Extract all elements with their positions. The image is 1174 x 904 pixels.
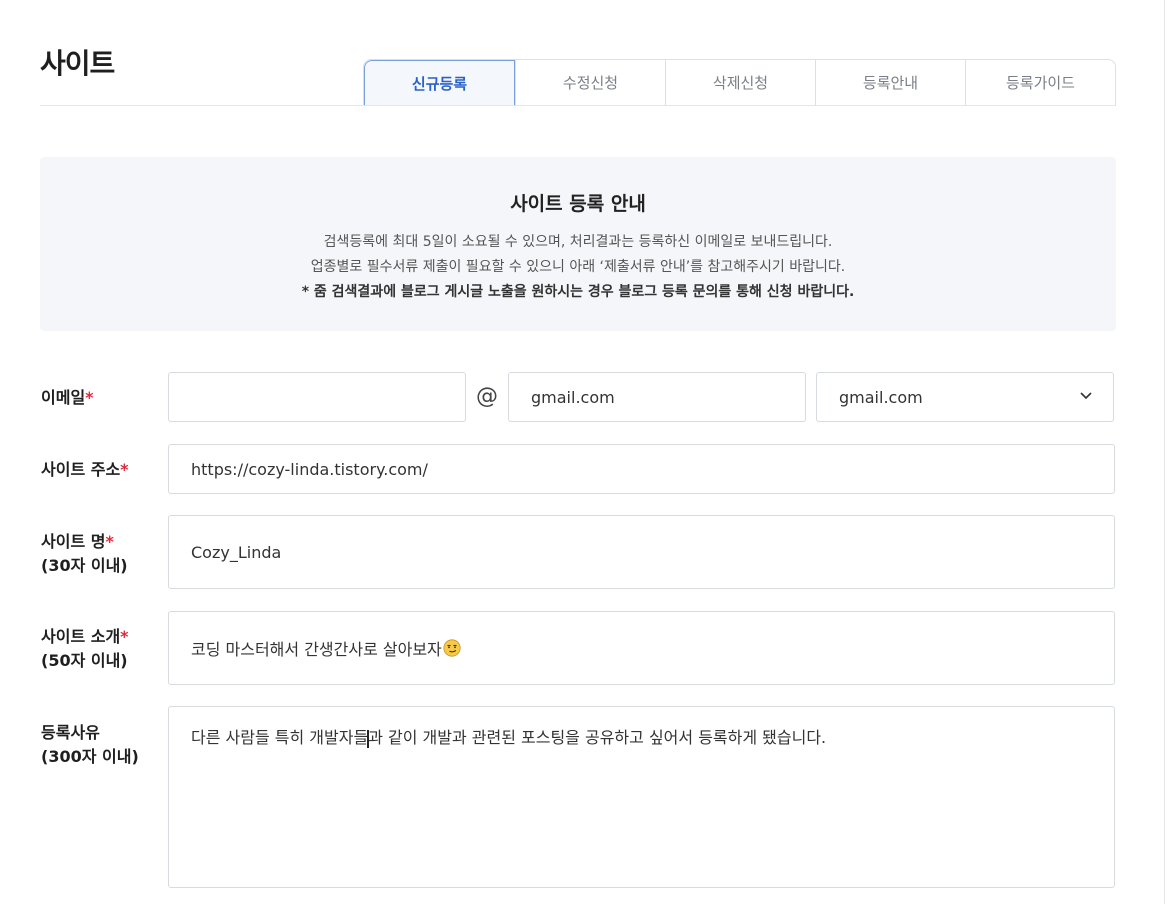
tab-new-registration[interactable]: 신규등록: [364, 60, 515, 105]
reason-text: 다른 사람들 특히 개발자들과 같이 개발과 관련된 포스팅을 공유하고 싶어서…: [191, 724, 826, 748]
site-name-label: 사이트 명* (30자 이내): [41, 530, 128, 578]
registration-notice: 사이트 등록 안내 검색등록에 최대 5일이 소요될 수 있으며, 처리결과는 …: [40, 157, 1116, 331]
page-title: 사이트: [40, 47, 115, 80]
notice-title: 사이트 등록 안내: [510, 193, 646, 215]
email-local-input[interactable]: [168, 372, 466, 422]
notice-line-blog: * 줌 검색결과에 블로그 게시글 노출을 원하시는 경우 블로그 등록 문의를…: [301, 284, 855, 300]
tab-bar: 신규등록 수정신청 삭제신청 등록안내 등록가이드: [363, 59, 1116, 105]
site-intro-limit: (50자 이내): [41, 651, 128, 670]
required-mark: *: [85, 388, 94, 407]
site-name-input[interactable]: Cozy_Linda: [168, 515, 1115, 589]
reason-textarea[interactable]: 다른 사람들 특히 개발자들과 같이 개발과 관련된 포스팅을 공유하고 싶어서…: [168, 706, 1115, 888]
site-url-input[interactable]: https://cozy-linda.tistory.com/: [168, 444, 1115, 494]
reason-text-after-caret: 과 같이 개발과 관련된 포스팅을 공유하고 싶어서 등록하게 됐습니다.: [368, 728, 827, 747]
email-label: 이메일*: [41, 386, 94, 410]
notice-line-documents: 업종별로 필수서류 제출이 필요할 수 있으니 아래 ‘제출서류 안내’를 참고…: [310, 259, 846, 275]
required-mark: *: [105, 532, 114, 551]
email-domain-input[interactable]: gmail.com: [508, 372, 806, 422]
site-intro-label-text: 사이트 소개: [41, 627, 121, 646]
email-domain-select[interactable]: gmail.com: [816, 372, 1114, 422]
site-url-label-text: 사이트 주소: [41, 460, 121, 479]
site-intro-value: 코딩 마스터해서 간생간사로 살아보자: [191, 640, 442, 659]
site-url-label: 사이트 주소*: [41, 458, 129, 482]
tab-registration-guide[interactable]: 등록가이드: [965, 60, 1115, 105]
tab-delete-request[interactable]: 삭제신청: [665, 60, 815, 105]
scrollbar[interactable]: [1164, 0, 1174, 904]
email-label-text: 이메일: [41, 388, 86, 407]
required-mark: *: [120, 627, 129, 646]
page-header: 사이트 신규등록 수정신청 삭제신청 등록안내 등록가이드: [40, 0, 1116, 106]
notice-line-processing: 검색등록에 최대 5일이 소요될 수 있으며, 처리결과는 등록하신 이메일로 …: [323, 234, 833, 250]
reason-label-text: 등록사유: [41, 723, 100, 742]
tab-edit-request[interactable]: 수정신청: [515, 60, 665, 105]
at-sign: @: [476, 384, 498, 409]
reason-text-before-caret: 다른 사람들 특히 개발자들: [191, 728, 369, 747]
site-name-label-text: 사이트 명: [41, 532, 106, 551]
site-intro-label: 사이트 소개* (50자 이내): [41, 625, 129, 673]
site-intro-input[interactable]: 코딩 마스터해서 간생간사로 살아보자: [168, 611, 1115, 685]
smirk-emoji-icon: [443, 639, 461, 657]
chevron-down-icon: [1080, 392, 1092, 400]
email-domain-select-value: gmail.com: [839, 387, 923, 407]
tab-registration-info[interactable]: 등록안내: [815, 60, 965, 105]
required-mark: *: [120, 460, 129, 479]
reason-label: 등록사유 (300자 이내): [41, 721, 139, 769]
site-name-limit: (30자 이내): [41, 556, 128, 575]
page: 사이트 신규등록 수정신청 삭제신청 등록안내 등록가이드 사이트 등록 안내 …: [0, 0, 1174, 904]
reason-limit: (300자 이내): [41, 747, 139, 766]
